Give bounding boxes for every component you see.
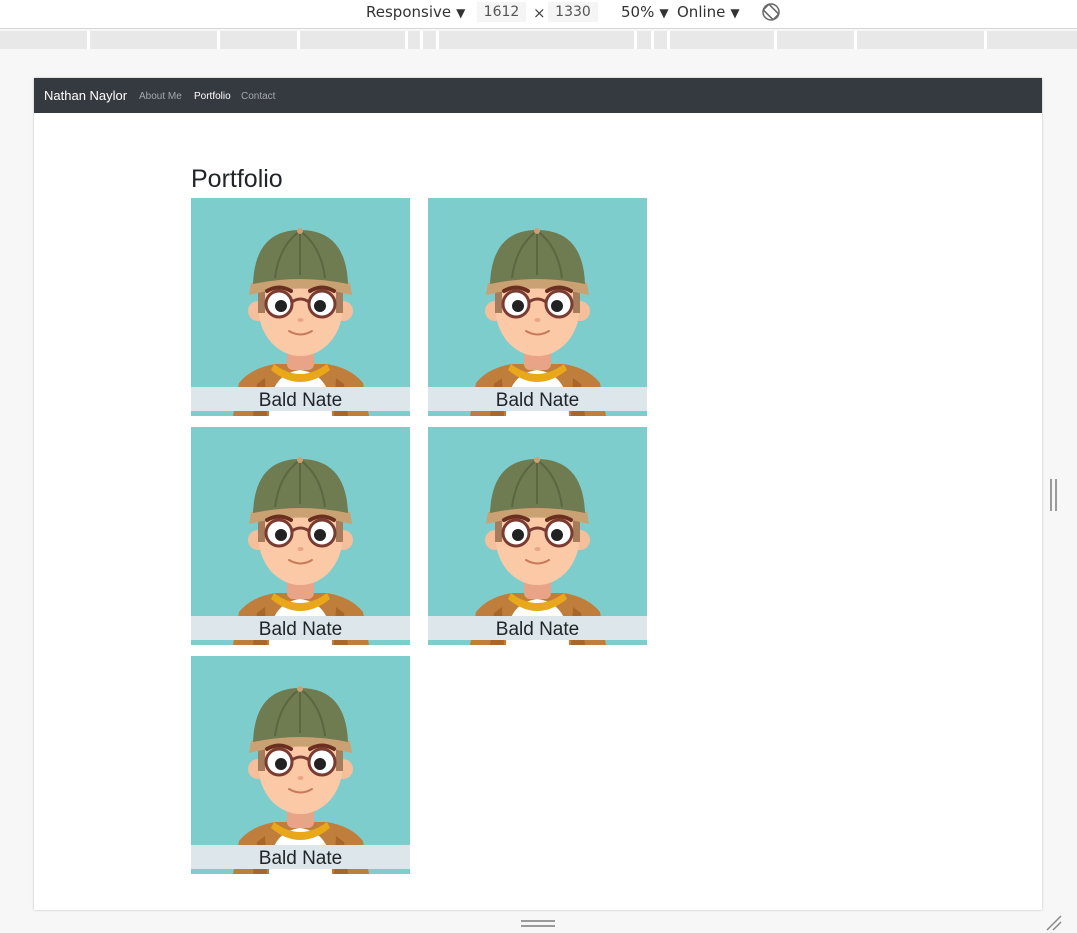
corner-resize-handle[interactable] bbox=[1045, 914, 1063, 932]
breakpoint-marker[interactable] bbox=[634, 31, 637, 49]
breakpoint-marker[interactable] bbox=[217, 31, 220, 49]
portfolio-card[interactable]: Bald Nate bbox=[191, 656, 410, 874]
breakpoint-marker[interactable] bbox=[774, 31, 777, 49]
card-caption: Bald Nate bbox=[191, 616, 410, 640]
device-viewport: Nathan Naylor About Me Portfolio Contact… bbox=[34, 78, 1042, 910]
breakpoint-marker[interactable] bbox=[436, 31, 439, 49]
dropdown-arrow-icon: ▼ bbox=[659, 6, 669, 20]
card-caption: Bald Nate bbox=[428, 387, 647, 411]
portfolio-card[interactable]: Bald Nate bbox=[428, 427, 647, 645]
breakpoint-marker[interactable] bbox=[854, 31, 857, 49]
rotate-icon[interactable] bbox=[761, 2, 781, 22]
portfolio-card[interactable]: Bald Nate bbox=[191, 427, 410, 645]
avatar bbox=[233, 686, 369, 874]
navbar: Nathan Naylor About Me Portfolio Contact bbox=[34, 78, 1042, 113]
breakpoint-marker[interactable] bbox=[667, 31, 670, 49]
portfolio-card[interactable]: Bald Nate bbox=[428, 198, 647, 416]
throttle-select[interactable]: Online ▼ bbox=[677, 3, 740, 22]
avatar bbox=[470, 228, 606, 416]
avatar bbox=[233, 457, 369, 645]
portfolio-card[interactable]: Bald Nate bbox=[191, 198, 410, 416]
breakpoint-marker[interactable] bbox=[420, 31, 423, 49]
height-resize-handle[interactable] bbox=[521, 920, 555, 928]
card-caption: Bald Nate bbox=[191, 387, 410, 411]
devtools-toolbar: Responsive ▼ 1612 × 1330 50% ▼ Online ▼ bbox=[0, 0, 1077, 29]
breakpoint-marker[interactable] bbox=[87, 31, 90, 49]
nav-link-contact[interactable]: Contact bbox=[241, 91, 275, 102]
card-caption: Bald Nate bbox=[191, 845, 410, 869]
device-select[interactable]: Responsive ▼ bbox=[366, 3, 465, 22]
dropdown-arrow-icon: ▼ bbox=[456, 6, 466, 20]
zoom-select[interactable]: 50% ▼ bbox=[621, 3, 669, 22]
device-select-label: Responsive bbox=[366, 3, 452, 21]
width-input[interactable]: 1612 bbox=[477, 2, 526, 22]
nav-link-about[interactable]: About Me bbox=[139, 91, 182, 102]
card-caption: Bald Nate bbox=[428, 616, 647, 640]
page-title: Portfolio bbox=[191, 165, 283, 193]
media-query-bar[interactable] bbox=[0, 31, 1077, 49]
breakpoint-marker[interactable] bbox=[405, 31, 408, 49]
height-input[interactable]: 1330 bbox=[548, 2, 598, 22]
width-resize-handle[interactable] bbox=[1050, 479, 1058, 511]
navbar-brand[interactable]: Nathan Naylor bbox=[44, 88, 127, 103]
dropdown-arrow-icon: ▼ bbox=[730, 6, 740, 20]
throttle-select-label: Online bbox=[677, 3, 726, 21]
nav-link-portfolio[interactable]: Portfolio bbox=[194, 91, 231, 102]
avatar bbox=[470, 457, 606, 645]
avatar bbox=[233, 228, 369, 416]
breakpoint-marker[interactable] bbox=[984, 31, 987, 49]
breakpoint-marker[interactable] bbox=[297, 31, 300, 49]
zoom-select-label: 50% bbox=[621, 3, 655, 21]
breakpoint-marker[interactable] bbox=[651, 31, 654, 49]
dimension-separator: × bbox=[533, 4, 546, 22]
